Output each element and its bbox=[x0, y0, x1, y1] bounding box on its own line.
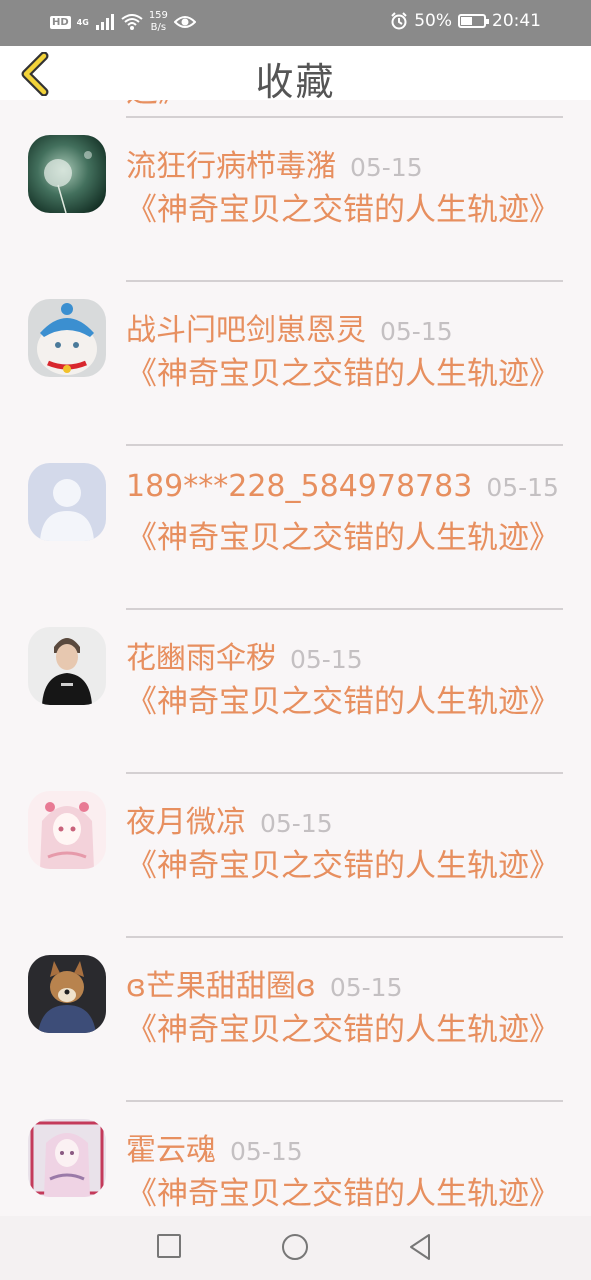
user-name[interactable]: 夜月微凉 bbox=[126, 805, 246, 840]
net-speed-value: 159 bbox=[148, 10, 168, 21]
work-title[interactable]: 《神奇宝贝之交错的人生轨迹》 bbox=[126, 517, 560, 560]
back-icon bbox=[410, 1234, 430, 1260]
list-item[interactable]: 流狂行病栉毒潴 05-15 《神奇宝贝之交错的人生轨迹》 bbox=[0, 118, 591, 282]
list-item[interactable]: 战斗闩吧剑崽恩灵 05-15 《神奇宝贝之交错的人生轨迹》 bbox=[0, 282, 591, 446]
avatar[interactable] bbox=[28, 1119, 106, 1197]
avatar[interactable] bbox=[28, 135, 106, 213]
status-left: HD 4G 159 B/s bbox=[50, 10, 196, 34]
list-item[interactable]: 霍云魂 05-15 《神奇宝贝之交错的人生轨迹》 bbox=[0, 1102, 591, 1216]
user-name[interactable]: 流狂行病栉毒潴 bbox=[126, 149, 336, 184]
avatar[interactable] bbox=[28, 955, 106, 1033]
navigation-bar bbox=[0, 1216, 591, 1280]
title-bar: 收藏 bbox=[0, 46, 591, 104]
item-header: 流狂行病栉毒潴 05-15 bbox=[126, 141, 423, 185]
net-speed-unit: B/s bbox=[150, 22, 167, 33]
favorites-list[interactable]: 迹》 流狂行病栉毒潴 05-15 《神奇宝贝之交错的人生轨迹》 bbox=[0, 100, 591, 1216]
wifi-icon bbox=[121, 14, 143, 30]
user-name[interactable]: 花豳雨伞秽 bbox=[126, 641, 276, 676]
battery-icon bbox=[458, 14, 489, 28]
work-title-partial: 迹》 bbox=[126, 100, 190, 111]
item-header: ɞ芒果甜甜圈ɞ 05-15 bbox=[126, 961, 403, 1005]
item-header: 夜月微凉 05-15 bbox=[126, 797, 333, 841]
avatar[interactable] bbox=[28, 299, 106, 377]
clock: 20:41 bbox=[492, 11, 541, 31]
hd-badge: HD bbox=[50, 15, 71, 29]
avatar[interactable] bbox=[28, 627, 106, 705]
list-item[interactable]: 花豳雨伞秽 05-15 《神奇宝贝之交错的人生轨迹》 bbox=[0, 610, 591, 774]
avatar[interactable] bbox=[28, 791, 106, 869]
signal-icon bbox=[95, 14, 114, 30]
list-item-partial[interactable]: 迹》 bbox=[0, 100, 591, 118]
home-icon bbox=[282, 1234, 308, 1260]
item-header: 189***228_584978783 05-15 bbox=[126, 469, 559, 504]
recent-apps-button[interactable] bbox=[156, 1233, 182, 1263]
net-speed: 159 B/s bbox=[149, 10, 168, 34]
list-item[interactable]: 夜月微凉 05-15 《神奇宝贝之交错的人生轨迹》 bbox=[0, 774, 591, 938]
item-date: 05-15 bbox=[260, 809, 333, 838]
work-title[interactable]: 《神奇宝贝之交错的人生轨迹》 bbox=[126, 353, 560, 396]
nav-back-button[interactable] bbox=[407, 1233, 433, 1265]
user-name[interactable]: 战斗闩吧剑崽恩灵 bbox=[126, 313, 366, 348]
battery-percent: 50% bbox=[414, 11, 452, 31]
item-header: 霍云魂 05-15 bbox=[126, 1125, 303, 1169]
page-title: 收藏 bbox=[255, 60, 336, 104]
item-date: 05-15 bbox=[290, 645, 363, 674]
network-type: 4G bbox=[76, 17, 89, 27]
work-title[interactable]: 《神奇宝贝之交错的人生轨迹》 bbox=[126, 189, 560, 232]
list-item[interactable]: 189***228_584978783 05-15 《神奇宝贝之交错的人生轨迹》 bbox=[0, 446, 591, 610]
item-date: 05-15 bbox=[486, 473, 559, 502]
work-title[interactable]: 《神奇宝贝之交错的人生轨迹》 bbox=[126, 1173, 560, 1216]
recent-apps-icon bbox=[157, 1234, 181, 1258]
item-date: 05-15 bbox=[230, 1137, 303, 1166]
list-item[interactable]: ɞ芒果甜甜圈ɞ 05-15 《神奇宝贝之交错的人生轨迹》 bbox=[0, 938, 591, 1102]
item-header: 花豳雨伞秽 05-15 bbox=[126, 633, 363, 677]
alarm-icon bbox=[391, 12, 407, 30]
work-title[interactable]: 《神奇宝贝之交错的人生轨迹》 bbox=[126, 845, 560, 888]
eye-icon bbox=[173, 16, 196, 28]
home-button[interactable] bbox=[281, 1233, 309, 1265]
status-right: 50% 20:41 bbox=[390, 11, 541, 31]
user-name[interactable]: ɞ芒果甜甜圈ɞ bbox=[126, 969, 316, 1004]
user-name[interactable]: 189***228_584978783 bbox=[126, 469, 472, 504]
avatar[interactable] bbox=[28, 463, 106, 541]
item-date: 05-15 bbox=[380, 317, 453, 346]
user-name[interactable]: 霍云魂 bbox=[126, 1133, 216, 1168]
work-title[interactable]: 《神奇宝贝之交错的人生轨迹》 bbox=[126, 681, 560, 724]
status-bar: HD 4G 159 B/s 50% 20:41 bbox=[0, 0, 591, 46]
item-date: 05-15 bbox=[329, 973, 403, 1002]
item-header: 战斗闩吧剑崽恩灵 05-15 bbox=[126, 305, 453, 349]
work-title[interactable]: 《神奇宝贝之交错的人生轨迹》 bbox=[126, 1009, 560, 1052]
item-date: 05-15 bbox=[350, 153, 423, 182]
